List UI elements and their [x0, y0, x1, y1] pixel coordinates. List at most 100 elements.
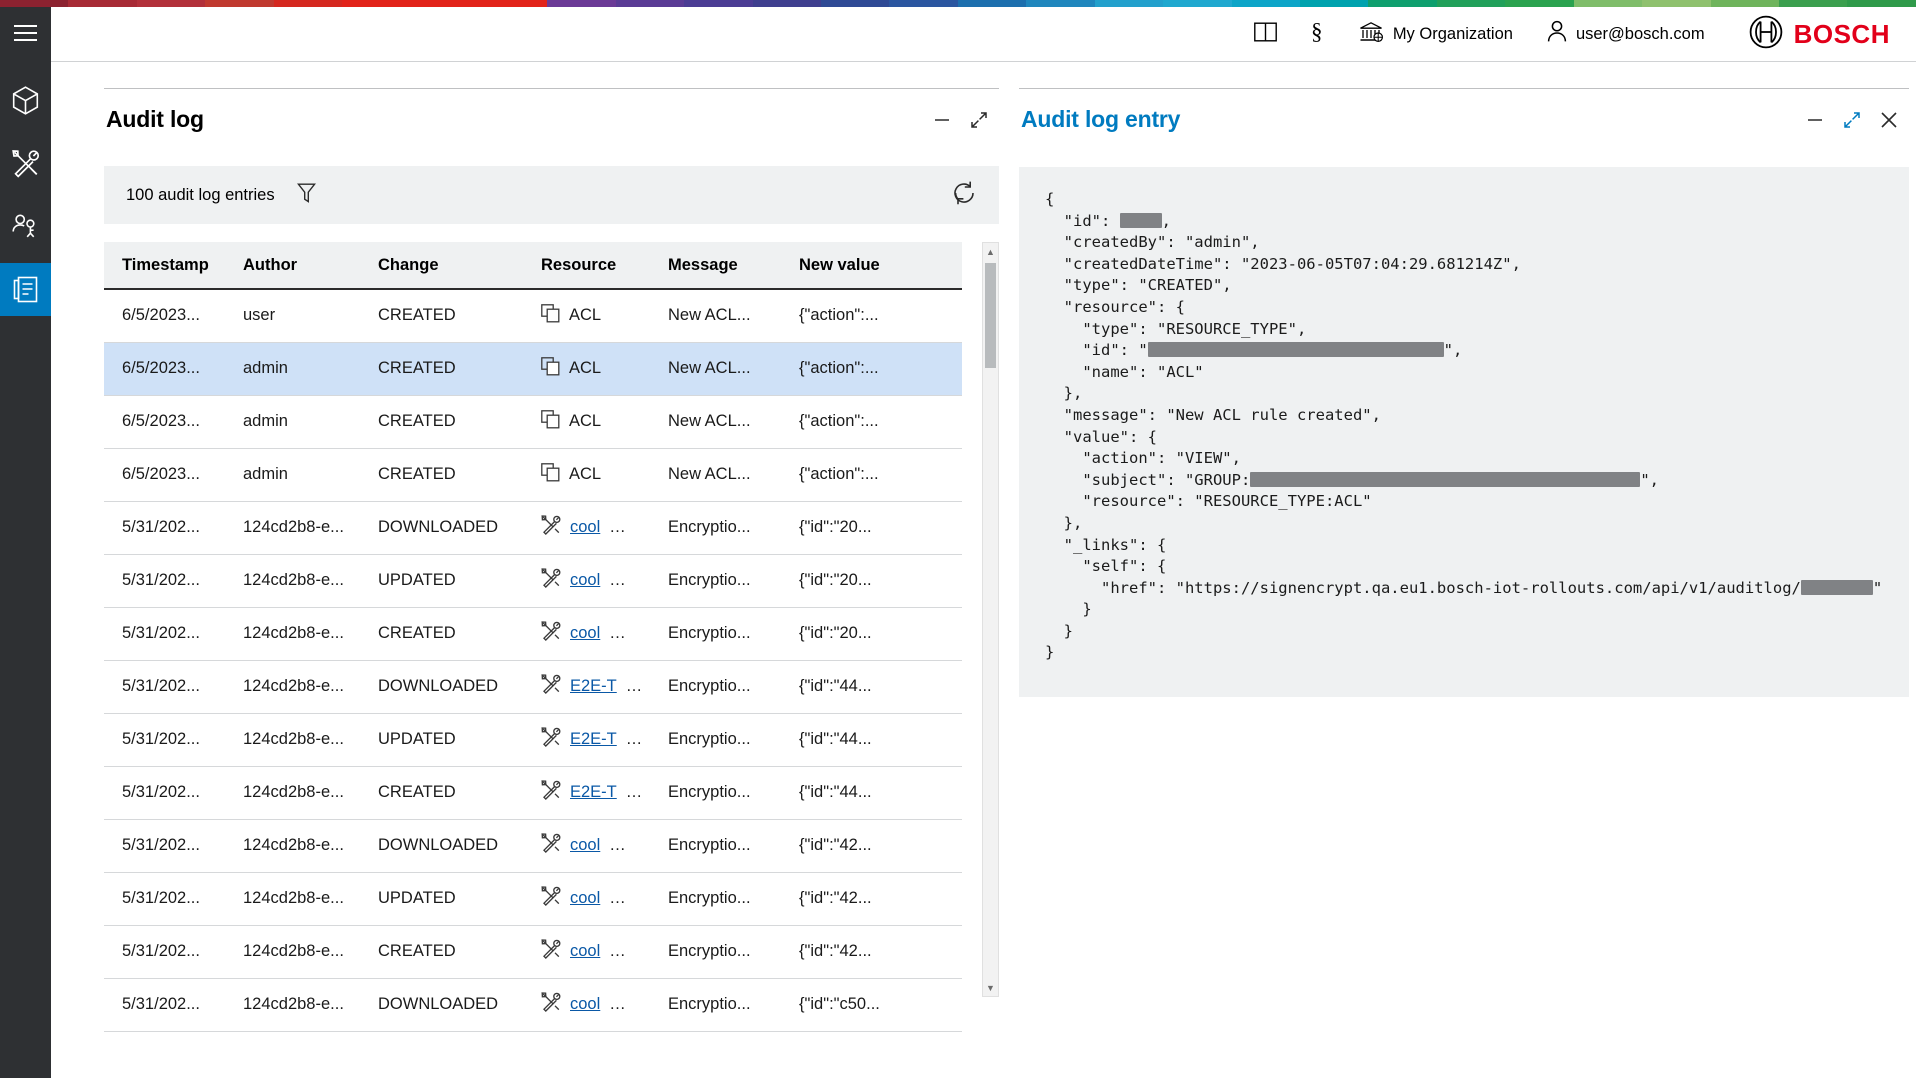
expand-diagonal-icon[interactable] [969, 110, 989, 130]
column-header-timestamp[interactable]: Timestamp [104, 242, 225, 289]
resource-link[interactable]: cool [570, 995, 600, 1014]
expand-diagonal-icon[interactable] [1842, 110, 1862, 130]
accent-segment [753, 0, 821, 7]
audit-log-table: Timestamp Author Change Resource Message… [104, 242, 962, 1032]
scroll-up-arrow[interactable]: ▲ [983, 243, 998, 260]
scrollbar-thumb[interactable] [985, 263, 996, 368]
cell-author: user [225, 289, 360, 342]
resource-ellipsis: … [609, 571, 626, 590]
resource-link[interactable]: cool [570, 624, 600, 643]
resource-link[interactable]: cool [570, 518, 600, 537]
accent-segment [1300, 0, 1368, 7]
table-row[interactable]: 6/5/2023...adminCREATEDACLNew ACL...{"ac… [104, 448, 962, 501]
cell-timestamp: 5/31/202... [104, 819, 225, 872]
cell-resource: ACL [523, 448, 650, 501]
accent-segment [1437, 0, 1505, 7]
sidebar-item-packages[interactable] [0, 74, 51, 127]
resource-link[interactable]: cool [570, 889, 600, 908]
tools-icon [541, 515, 561, 540]
organization-selector[interactable]: My Organization [1359, 21, 1513, 48]
table-row[interactable]: 5/31/202...124cd2b8-e...CREATEDE2E-T…Enc… [104, 766, 962, 819]
accent-segment [1642, 0, 1710, 7]
json-line: "value": { [1045, 428, 1157, 446]
cell-change: UPDATED [360, 713, 523, 766]
column-header-new-value[interactable]: New value [781, 242, 962, 289]
page-title: Audit log [106, 106, 204, 133]
table-row[interactable]: 5/31/202...124cd2b8-e...UPDATEDcool…Encr… [104, 872, 962, 925]
resource-ellipsis: … [609, 624, 626, 643]
cell-author: 124cd2b8-e... [225, 872, 360, 925]
resource-link[interactable]: E2E-T [570, 783, 617, 802]
cell-resource: ACL [523, 289, 650, 342]
redacted-value [1250, 472, 1640, 487]
tools-icon [541, 780, 561, 805]
column-header-change[interactable]: Change [360, 242, 523, 289]
close-icon[interactable] [1879, 110, 1899, 130]
documentation-button[interactable] [1254, 22, 1277, 47]
cell-resource: E2E-T… [523, 766, 650, 819]
cell-resource: cool … [523, 607, 650, 660]
sidebar-item-menu[interactable] [0, 7, 51, 60]
resource-link[interactable]: cool [570, 571, 600, 590]
sidebar-item-audit-log[interactable] [0, 263, 51, 316]
legal-button[interactable]: § [1311, 19, 1325, 49]
audit-log-icon [13, 276, 38, 303]
user-menu[interactable]: user@bosch.com [1547, 20, 1705, 48]
cell-author: admin [225, 395, 360, 448]
entries-count-label: 100 audit log entries [126, 186, 275, 205]
table-row[interactable]: 5/31/202...124cd2b8-e...UPDATEDE2E-T…Enc… [104, 713, 962, 766]
main-content: Audit log 100 audit log entries [51, 62, 1916, 1078]
resource-link[interactable]: E2E-T [570, 730, 617, 749]
sidebar-item-access-management[interactable] [0, 200, 51, 253]
table-row[interactable]: 6/5/2023...adminCREATEDACLNew ACL...{"ac… [104, 395, 962, 448]
json-line: } [1045, 643, 1054, 661]
section-sign-icon: § [1311, 19, 1325, 49]
table-row[interactable]: 5/31/202...124cd2b8-e...DOWNLOADEDcool…E… [104, 978, 962, 1031]
column-header-resource[interactable]: Resource [523, 242, 650, 289]
table-row[interactable]: 6/5/2023...adminCREATEDACLNew ACL...{"ac… [104, 342, 962, 395]
table-row[interactable]: 5/31/202...124cd2b8-e...CREATEDcool…Encr… [104, 925, 962, 978]
filter-button[interactable] [297, 182, 316, 209]
accent-segment [1232, 0, 1300, 7]
scroll-down-arrow[interactable]: ▼ [983, 979, 998, 996]
column-header-message[interactable]: Message [650, 242, 781, 289]
resource-ellipsis: … [609, 889, 626, 908]
resource-ellipsis: … [609, 836, 626, 855]
json-line: "href": "https://signencrypt.qa.eu1.bosc… [1045, 579, 1882, 597]
audit-log-table-container: Timestamp Author Change Resource Message… [104, 242, 999, 1032]
user-email-label: user@bosch.com [1576, 25, 1705, 44]
cell-change: DOWNLOADED [360, 819, 523, 872]
table-row[interactable]: 5/31/202...124cd2b8-e...DOWNLOADEDE2E-T…… [104, 660, 962, 713]
cell-change: UPDATED [360, 872, 523, 925]
cell-timestamp: 5/31/202... [104, 501, 225, 554]
sidebar-item-tools[interactable] [0, 137, 51, 190]
cell-message: Encryptio... [650, 660, 781, 713]
tools-icon [541, 568, 561, 593]
table-scrollbar[interactable]: ▲ ▼ [982, 242, 999, 997]
cell-author: 124cd2b8-e... [225, 819, 360, 872]
cell-new-value: {"id":"42... [781, 872, 962, 925]
resource-link[interactable]: cool [570, 942, 600, 961]
accent-segment [1026, 0, 1094, 7]
cell-new-value: {"action":... [781, 342, 962, 395]
table-row[interactable]: 6/5/2023...userCREATEDACLNew ACL...{"act… [104, 289, 962, 342]
organization-label: My Organization [1393, 25, 1513, 44]
detail-panel-title: Audit log entry [1021, 106, 1180, 133]
minimize-icon[interactable] [1805, 110, 1825, 130]
accent-segment [411, 0, 479, 7]
table-row[interactable]: 5/31/202...124cd2b8-e...UPDATEDcool…Encr… [104, 554, 962, 607]
table-row[interactable]: 5/31/202...124cd2b8-e...CREATEDcool…Encr… [104, 607, 962, 660]
table-row[interactable]: 5/31/202...124cd2b8-e...DOWNLOADEDcool…E… [104, 501, 962, 554]
column-header-author[interactable]: Author [225, 242, 360, 289]
json-line: "resource": { [1045, 298, 1185, 316]
resource-ellipsis: … [609, 518, 626, 537]
minimize-icon[interactable] [932, 110, 952, 130]
table-row[interactable]: 5/31/202...124cd2b8-e...DOWNLOADEDcool…E… [104, 819, 962, 872]
cell-message: Encryptio... [650, 925, 781, 978]
cell-timestamp: 6/5/2023... [104, 289, 225, 342]
resource-ellipsis: … [626, 677, 643, 696]
cell-message: Encryptio... [650, 501, 781, 554]
refresh-button[interactable] [951, 180, 977, 211]
resource-link[interactable]: cool [570, 836, 600, 855]
resource-link[interactable]: E2E-T [570, 677, 617, 696]
